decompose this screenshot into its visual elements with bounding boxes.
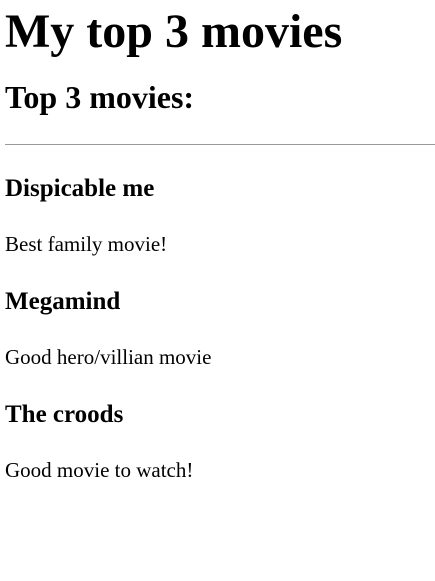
movie-item: Megamind Good hero/villian movie — [5, 287, 435, 370]
movie-description: Best family movie! — [5, 232, 168, 256]
page-title: My top 3 movies — [5, 5, 343, 58]
section-heading: Top 3 movies: — [5, 79, 195, 115]
movie-description: Good hero/villian movie — [5, 345, 212, 369]
movie-title: Dispicable me — [5, 175, 155, 202]
movie-title: The croods — [5, 401, 124, 428]
movie-description: Good movie to watch! — [5, 458, 194, 482]
divider — [5, 144, 435, 145]
movie-title: Megamind — [5, 288, 121, 315]
movie-item: The croods Good movie to watch! — [5, 400, 435, 483]
movie-item: Dispicable me Best family movie! — [5, 174, 435, 257]
